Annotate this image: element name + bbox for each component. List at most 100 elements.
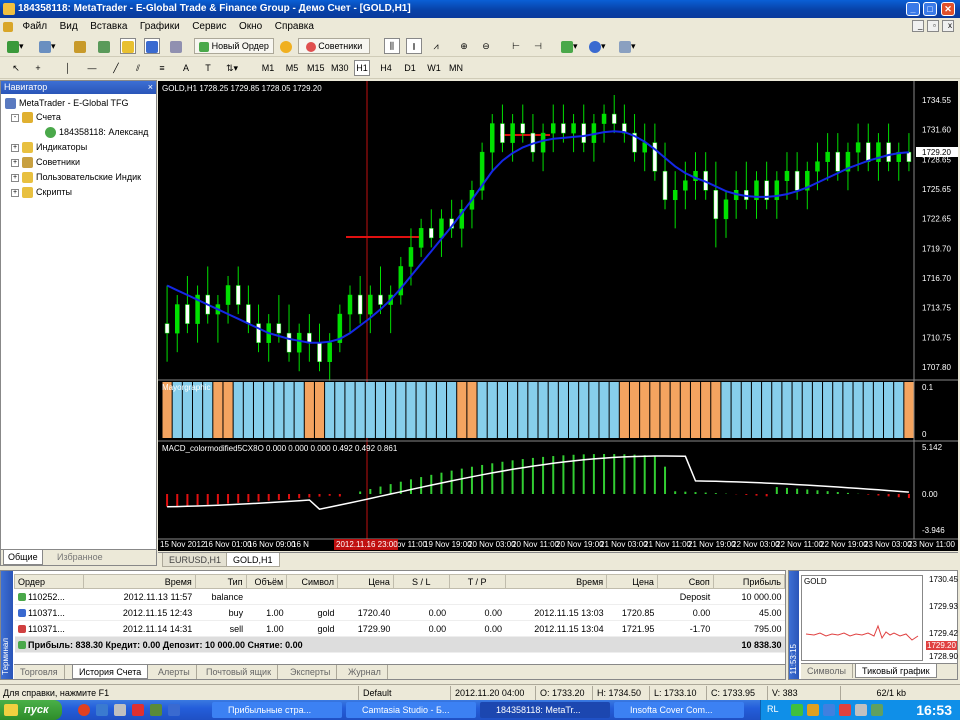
terminal-button[interactable]	[144, 38, 160, 54]
menu-window[interactable]: Окно	[234, 21, 267, 32]
tray-icon-1[interactable]	[791, 704, 803, 716]
text-label-icon[interactable]: T	[200, 60, 216, 76]
tf-m15[interactable]: M15	[306, 60, 326, 76]
text-icon[interactable]: A	[178, 60, 194, 76]
tab-symbols[interactable]: Символы	[801, 664, 853, 678]
language-indicator[interactable]: RL	[767, 704, 779, 714]
tab-journal[interactable]: Журнал	[342, 665, 388, 679]
tab-trade[interactable]: Торговля	[14, 665, 65, 679]
chart-tab-gold[interactable]: GOLD,H1	[226, 553, 280, 567]
tab-account-history[interactable]: История Счета	[72, 665, 149, 679]
trendline-icon[interactable]: ╱	[108, 60, 124, 76]
col-tp[interactable]: T / P	[448, 574, 506, 589]
navigator-button[interactable]	[120, 38, 136, 54]
table-row[interactable]: 110371... 2012.11.14 14:31 sell 1.00 gold 17…	[14, 620, 785, 637]
tray-icon-4[interactable]	[839, 704, 851, 716]
channel-icon[interactable]: ⫽	[130, 60, 146, 76]
tester-button[interactable]	[168, 38, 184, 54]
col-swap[interactable]: Своп	[656, 574, 714, 589]
tab-alerts[interactable]: Алерты	[152, 665, 197, 679]
menu-insert[interactable]: Вставка	[85, 21, 132, 32]
mdi-minimize-button[interactable]: _	[912, 20, 924, 32]
col-price[interactable]: Цена	[336, 574, 394, 589]
tray-volume-icon[interactable]	[855, 704, 867, 716]
nav-item-experts[interactable]: + Советники	[11, 155, 80, 169]
col-type[interactable]: Тип	[194, 574, 247, 589]
nav-item-account[interactable]: 184358118: Александ	[45, 125, 148, 139]
periods-button[interactable]: ▾	[588, 38, 607, 54]
tf-mn[interactable]: MN	[448, 60, 464, 76]
autoscroll-button[interactable]: ⊢	[508, 38, 524, 54]
col-symbol[interactable]: Символ	[286, 574, 338, 589]
tray-icon-2[interactable]	[807, 704, 819, 716]
task-insofta[interactable]: Insofta Cover Com...	[614, 702, 744, 718]
candlestick-button[interactable]: ⫾	[406, 38, 422, 54]
minimize-button[interactable]: _	[906, 2, 920, 16]
menu-tools[interactable]: Сервис	[187, 21, 231, 32]
menu-view[interactable]: Вид	[55, 21, 83, 32]
vertical-line-icon[interactable]: │	[60, 60, 76, 76]
col-volume[interactable]: Объём	[245, 574, 288, 589]
menu-charts[interactable]: Графики	[135, 21, 185, 32]
tray-network-icon[interactable]	[871, 704, 883, 716]
new-chart-button[interactable]: ▾	[6, 38, 25, 54]
task-camtasia[interactable]: Camtasia Studio - Б...	[346, 702, 476, 718]
tf-m30[interactable]: M30	[330, 60, 350, 76]
new-order-button[interactable]: Новый Ордер	[194, 38, 274, 54]
task-metatrader[interactable]: 184358118: MetaTr...	[480, 702, 610, 718]
horizontal-line-icon[interactable]: —	[84, 60, 100, 76]
mdi-restore-button[interactable]: ▫	[927, 20, 939, 32]
crosshair-icon[interactable]: +	[30, 60, 46, 76]
quicklaunch-app2-icon[interactable]	[168, 704, 180, 716]
tf-h1[interactable]: H1	[354, 60, 370, 76]
quicklaunch-ie-icon[interactable]	[96, 704, 108, 716]
chart-window[interactable]: 1734.55 1731.60 1728.65 1725.65 1722.65 1719.…	[158, 81, 958, 551]
col-close-time[interactable]: Время	[504, 574, 608, 589]
tf-m5[interactable]: M5	[284, 60, 300, 76]
col-time[interactable]: Время	[83, 574, 196, 589]
profiles-button[interactable]: ▾	[38, 38, 57, 54]
window-titlebar[interactable]: 184358118: MetaTrader - E-Global Trade &…	[0, 0, 960, 18]
cursor-icon[interactable]: ↖	[8, 60, 24, 76]
col-sl[interactable]: S / L	[392, 574, 450, 589]
market-watch-button[interactable]	[72, 38, 88, 54]
close-button[interactable]: ✕	[941, 2, 955, 16]
tray-icon-3[interactable]	[823, 704, 835, 716]
bar-chart-button[interactable]: ⫼	[384, 38, 400, 54]
status-profile[interactable]: Default	[358, 686, 448, 700]
tick-plot[interactable]: GOLD	[801, 575, 923, 661]
metaeditor-button[interactable]	[278, 38, 294, 54]
quicklaunch-opera-icon[interactable]	[78, 704, 90, 716]
data-window-button[interactable]	[96, 38, 112, 54]
menu-file[interactable]: Файл	[18, 21, 53, 32]
tf-h4[interactable]: H4	[378, 60, 394, 76]
tab-tick-chart[interactable]: Тиковый график	[855, 664, 937, 678]
line-chart-button[interactable]: ⩘	[428, 38, 444, 54]
chart-tab-eurusd[interactable]: EURUSD,H1	[162, 553, 229, 567]
menu-help[interactable]: Справка	[270, 21, 319, 32]
nav-item-accounts[interactable]: - Счета	[11, 110, 61, 124]
col-order[interactable]: Ордер	[13, 574, 85, 589]
table-row[interactable]: 110252... 2012.11.13 11:57 balance Deposit…	[14, 588, 785, 605]
nav-item-scripts[interactable]: + Скрипты	[11, 185, 72, 199]
chart-canvas[interactable]: 1734.551731.601728.651725.651722.651719.…	[158, 81, 958, 551]
col-profit[interactable]: Прибыль	[712, 574, 786, 589]
tab-favorites[interactable]: Избранное	[53, 550, 107, 565]
templates-button[interactable]: ▾	[618, 38, 637, 54]
chart-shift-button[interactable]: ⊣	[530, 38, 546, 54]
zoom-in-icon[interactable]: ⊕	[456, 38, 472, 54]
tab-mailbox[interactable]: Почтовый ящик	[200, 665, 279, 679]
quicklaunch-yandex-icon[interactable]	[132, 704, 144, 716]
navigator-close-icon[interactable]: ×	[148, 81, 153, 94]
quicklaunch-desktop-icon[interactable]	[114, 704, 126, 716]
nav-item-custom-indicators[interactable]: + Пользовательские Индик	[11, 170, 141, 184]
tf-w1[interactable]: W1	[426, 60, 442, 76]
fibo-icon[interactable]: ≡	[154, 60, 170, 76]
indicators-button[interactable]: ▾	[560, 38, 579, 54]
tf-m1[interactable]: M1	[260, 60, 276, 76]
col-close-price[interactable]: Цена	[606, 574, 658, 589]
table-row[interactable]: 110371... 2012.11.15 12:43 buy 1.00 gold 172…	[14, 604, 785, 621]
tab-general[interactable]: Общие	[3, 550, 43, 565]
quicklaunch-app-icon[interactable]	[150, 704, 162, 716]
zoom-out-icon[interactable]: ⊖	[478, 38, 494, 54]
